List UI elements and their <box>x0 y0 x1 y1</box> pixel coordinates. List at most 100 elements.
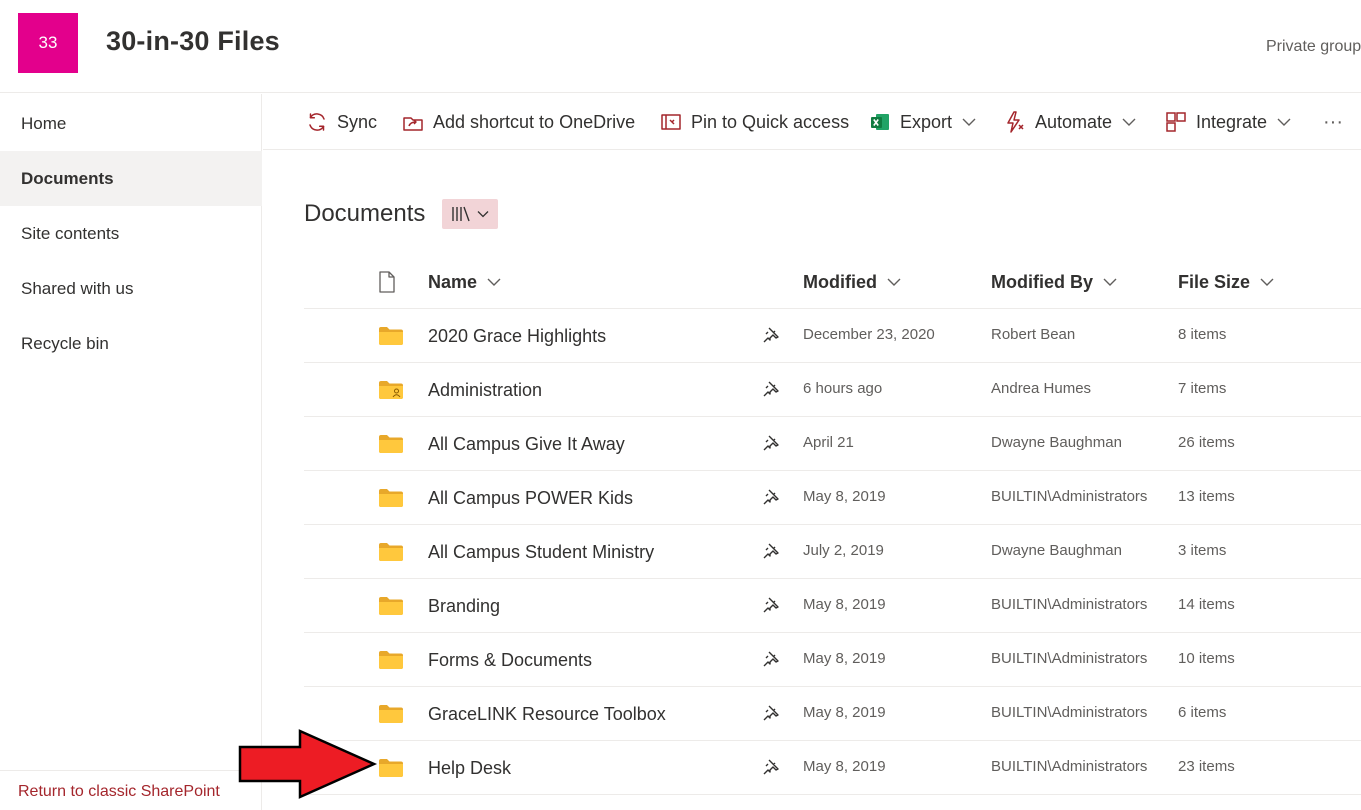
add-shortcut-button[interactable]: Add shortcut to OneDrive <box>401 94 635 150</box>
more-commands-button[interactable]: ··· <box>1323 94 1343 150</box>
return-classic-link[interactable]: Return to classic SharePoint <box>0 770 262 810</box>
add-shortcut-icon <box>401 110 425 134</box>
row-modified: July 2, 2019 <box>803 541 884 559</box>
excel-icon <box>868 110 892 134</box>
automate-button[interactable]: Automate <box>1003 94 1136 150</box>
row-name-link[interactable]: Administration <box>428 363 542 417</box>
row-file-size: 13 items <box>1178 487 1235 505</box>
row-name-link[interactable]: Branding <box>428 579 500 633</box>
pin-column-icon[interactable] <box>761 487 781 507</box>
row-name-link[interactable]: All Campus POWER Kids <box>428 471 633 525</box>
chevron-down-icon <box>1260 277 1274 287</box>
row-modified: April 21 <box>803 433 854 451</box>
folder-icon <box>378 650 404 670</box>
nav-item-shared-with-us[interactable]: Shared with us <box>0 261 262 316</box>
row-modified: May 8, 2019 <box>803 757 886 775</box>
file-type-column-header[interactable] <box>378 256 396 308</box>
chevron-down-icon <box>962 117 976 127</box>
automate-label: Automate <box>1035 111 1113 132</box>
pin-column-icon[interactable] <box>761 595 781 615</box>
sync-label: Sync <box>337 111 378 132</box>
row-name-link[interactable]: All Campus Give It Away <box>428 417 625 471</box>
row-modified-by: BUILTIN\Administrators <box>991 757 1148 775</box>
nav-item-site-contents[interactable]: Site contents <box>0 206 262 261</box>
row-name-link[interactable]: GraceLINK Resource Toolbox <box>428 687 666 741</box>
sync-button[interactable]: Sync <box>305 94 377 150</box>
library-title: Documents <box>304 200 426 227</box>
folder-icon <box>378 542 404 562</box>
view-switcher-button[interactable] <box>442 199 498 229</box>
name-column-label: Name <box>428 271 478 292</box>
table-row[interactable]: Administration 6 hours ago Andrea Humes 7 i… <box>304 363 1361 417</box>
pin-quick-access-button[interactable]: Pin to Quick access <box>659 94 849 150</box>
chevron-down-icon <box>887 277 901 287</box>
folder-icon <box>378 488 404 508</box>
modified-column-header[interactable]: Modified <box>803 256 901 308</box>
row-name-link[interactable]: Help Desk <box>428 741 511 795</box>
site-logo[interactable]: 33 <box>18 13 78 73</box>
file-size-column-header[interactable]: File Size <box>1178 256 1274 308</box>
row-modified: May 8, 2019 <box>803 703 886 721</box>
folder-icon <box>378 704 404 724</box>
pin-column-icon[interactable] <box>761 379 781 399</box>
row-file-size: 14 items <box>1178 595 1235 613</box>
modified-by-column-header[interactable]: Modified By <box>991 256 1117 308</box>
table-row[interactable]: GraceLINK Resource Toolbox May 8, 2019 BUI… <box>304 687 1361 741</box>
row-name-link[interactable]: Forms & Documents <box>428 633 592 687</box>
row-modified-by: BUILTIN\Administrators <box>991 703 1148 721</box>
row-file-size: 26 items <box>1178 433 1235 451</box>
table-row[interactable]: All Campus POWER Kids May 8, 2019 BUILTIN\… <box>304 471 1361 525</box>
table-row[interactable]: Forms & Documents May 8, 2019 BUILTIN\Admi… <box>304 633 1361 687</box>
pin-column-icon[interactable] <box>761 325 781 345</box>
pin-column-icon[interactable] <box>761 541 781 561</box>
table-row[interactable]: All Campus Student Ministry July 2, 2019 D… <box>304 525 1361 579</box>
table-row[interactable]: 2020 Grace Highlights December 23, 2020 Ro… <box>304 309 1361 363</box>
export-button[interactable]: Export <box>868 94 976 150</box>
folder-icon <box>378 596 404 616</box>
pin-quick-access-label: Pin to Quick access <box>691 111 850 132</box>
library-view-icon <box>451 205 471 223</box>
modified-column-label: Modified <box>803 271 877 292</box>
site-header: 33 30-in-30 Files Private group <box>0 0 1361 93</box>
row-modified: May 8, 2019 <box>803 487 886 505</box>
chevron-down-icon <box>487 277 501 287</box>
integrate-label: Integrate <box>1196 111 1268 132</box>
sync-icon <box>305 110 329 134</box>
row-modified: May 8, 2019 <box>803 595 886 613</box>
row-modified-by: Robert Bean <box>991 325 1076 343</box>
chevron-down-icon <box>1103 277 1117 287</box>
row-file-size: 23 items <box>1178 757 1235 775</box>
row-file-size: 3 items <box>1178 541 1227 559</box>
folder-icon <box>378 326 404 346</box>
table-row[interactable]: All Campus Give It Away April 21 Dwayne Ba… <box>304 417 1361 471</box>
row-file-size: 7 items <box>1178 379 1227 397</box>
row-name-link[interactable]: All Campus Student Ministry <box>428 525 654 579</box>
pin-column-icon[interactable] <box>761 703 781 723</box>
table-row[interactable]: Help Desk May 8, 2019 BUILTIN\Administrato… <box>304 741 1361 795</box>
row-modified: May 8, 2019 <box>803 649 886 667</box>
nav-item-documents[interactable]: Documents <box>0 151 262 206</box>
modified-by-column-label: Modified By <box>991 271 1093 292</box>
integrate-button[interactable]: Integrate <box>1164 94 1291 150</box>
chevron-down-icon <box>1122 117 1136 127</box>
name-column-header[interactable]: Name <box>428 256 501 308</box>
folder-icon <box>378 758 404 778</box>
folder-icon <box>378 434 404 454</box>
shared-folder-icon <box>378 380 404 400</box>
pin-column-icon[interactable] <box>761 649 781 669</box>
integrate-icon <box>1164 110 1188 134</box>
site-title[interactable]: 30-in-30 Files <box>106 26 280 57</box>
table-row[interactable]: Branding May 8, 2019 BUILTIN\Administrator… <box>304 579 1361 633</box>
nav-item-recycle-bin[interactable]: Recycle bin <box>0 316 262 371</box>
row-name-link[interactable]: 2020 Grace Highlights <box>428 309 606 363</box>
pin-column-icon[interactable] <box>761 433 781 453</box>
add-shortcut-label: Add shortcut to OneDrive <box>433 111 636 132</box>
pin-column-icon[interactable] <box>761 757 781 777</box>
export-label: Export <box>900 111 953 132</box>
row-modified-by: Dwayne Baughman <box>991 541 1122 559</box>
left-nav: Home Documents Site contents Shared with… <box>0 94 262 810</box>
automate-icon <box>1003 110 1027 134</box>
chevron-down-icon <box>477 210 489 218</box>
row-file-size: 6 items <box>1178 703 1227 721</box>
nav-item-home[interactable]: Home <box>0 96 262 151</box>
